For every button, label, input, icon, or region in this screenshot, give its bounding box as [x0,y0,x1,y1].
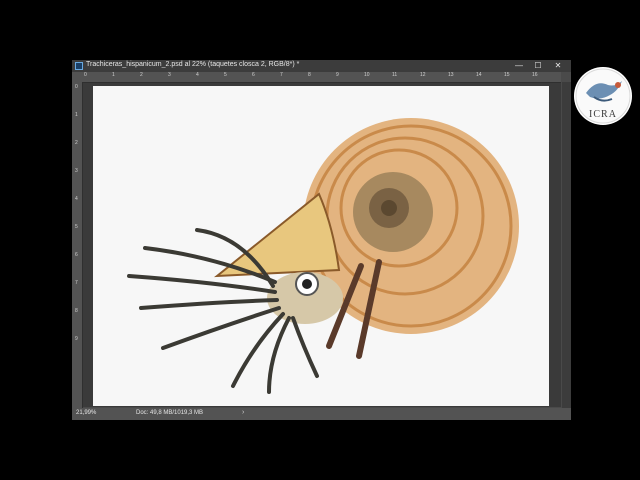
ruler-tick: 9 [336,72,339,78]
ruler-tick: 4 [196,72,199,78]
horizontal-ruler[interactable]: 0 1 2 3 4 5 6 7 8 9 10 11 12 13 14 15 16 [82,72,561,83]
logo-text: ICRA [589,109,617,120]
ruler-tick: 8 [308,72,311,78]
ruler-tick: 2 [140,72,143,78]
ruler-tick: 7 [75,280,78,286]
ruler-tick: 3 [168,72,171,78]
ruler-tick: 6 [252,72,255,78]
icra-logo: ICRA [574,67,632,125]
ruler-tick: 7 [280,72,283,78]
zoom-level[interactable]: 21,99% [76,410,96,416]
ammonite-illustration [127,118,519,394]
canvas-area[interactable] [83,83,561,407]
vertical-ruler[interactable]: 0 1 2 3 4 5 6 7 8 9 [72,82,83,408]
title-bar: Trachiceras_hispanicum_2.psd al 22% (taq… [72,60,571,72]
photoshop-icon [75,62,83,70]
ruler-tick: 0 [84,72,87,78]
document-size: Doc: 49,8 MB/1019,3 MB [136,410,204,416]
status-menu-arrow[interactable]: › [242,409,244,416]
document-title: Trachiceras_hispanicum_2.psd al 22% (taq… [86,61,300,68]
ruler-tick: 3 [75,168,78,174]
ruler-tick: 8 [75,308,78,314]
ruler-tick: 13 [448,72,454,78]
ruler-corner[interactable] [72,72,82,82]
close-button[interactable]: ✕ [551,60,565,72]
document-canvas[interactable] [93,86,549,406]
ruler-tick: 6 [75,252,78,258]
ruler-tick: 1 [75,112,78,118]
status-bar: 21,99% Doc: 49,8 MB/1019,3 MB › [72,408,571,420]
ruler-tick: 16 [532,72,538,78]
ruler-tick: 4 [75,196,78,202]
ruler-tick: 5 [75,224,78,230]
ruler-tick: 14 [476,72,482,78]
ruler-tick: 2 [75,140,78,146]
ruler-tick: 11 [392,72,398,78]
ruler-tick: 15 [504,72,510,78]
ruler-tick: 12 [420,72,426,78]
photoshop-window: Trachiceras_hispanicum_2.psd al 22% (taq… [72,60,571,420]
ruler-tick: 1 [112,72,115,78]
maximize-button[interactable]: ☐ [531,60,545,72]
ruler-tick: 0 [75,84,78,90]
ruler-tick: 5 [224,72,227,78]
vertical-scrollbar[interactable] [562,82,571,408]
hood [213,192,341,278]
minimize-button[interactable]: — [512,60,526,72]
ruler-tick: 9 [75,336,78,342]
ruler-tick: 10 [364,72,370,78]
